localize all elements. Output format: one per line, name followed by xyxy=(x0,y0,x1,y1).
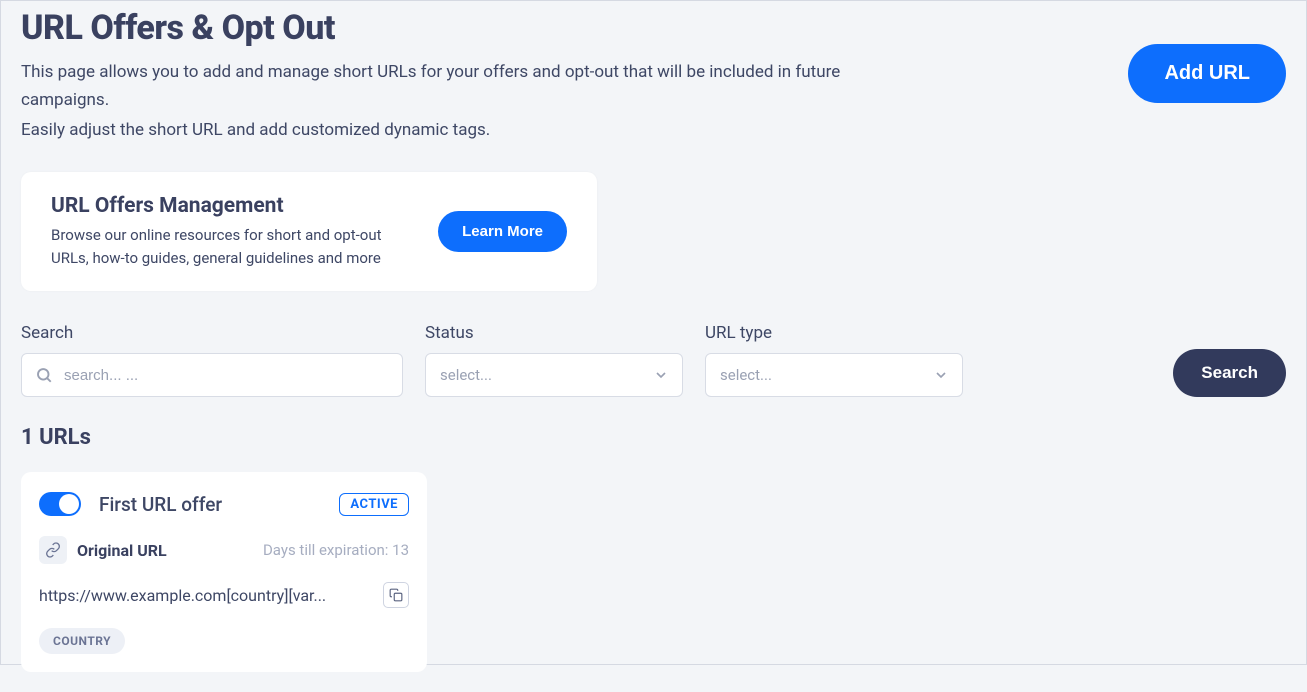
original-url-label: Original URL xyxy=(77,541,167,560)
page-description: This page allows you to add and manage s… xyxy=(21,58,921,144)
tag-country: COUNTRY xyxy=(39,628,125,654)
add-url-button[interactable]: Add URL xyxy=(1128,44,1286,103)
url-value: https://www.example.com[country][var... xyxy=(39,586,371,605)
copy-icon xyxy=(389,588,403,602)
days-expiration: Days till expiration: 13 xyxy=(263,541,409,559)
page-desc-line2: Easily adjust the short URL and add cust… xyxy=(21,116,921,144)
link-icon xyxy=(39,536,67,564)
search-button[interactable]: Search xyxy=(1173,349,1286,397)
url-count-heading: 1 URLs xyxy=(21,425,1286,450)
page-title: URL Offers & Opt Out xyxy=(21,8,921,48)
active-toggle[interactable] xyxy=(39,492,81,516)
search-label: Search xyxy=(21,323,403,343)
page-desc-line1: This page allows you to add and manage s… xyxy=(21,58,921,114)
url-card-title: First URL offer xyxy=(99,493,222,516)
info-card: URL Offers Management Browse our online … xyxy=(21,172,597,291)
info-card-text: Browse our online resources for short an… xyxy=(51,224,418,269)
search-icon xyxy=(35,366,53,384)
search-input[interactable] xyxy=(21,353,403,397)
status-badge: ACTIVE xyxy=(339,493,409,516)
status-label: Status xyxy=(425,323,683,343)
learn-more-button[interactable]: Learn More xyxy=(438,211,567,252)
copy-button[interactable] xyxy=(383,582,409,608)
info-card-title: URL Offers Management xyxy=(51,194,418,218)
status-select[interactable]: select... xyxy=(425,353,683,397)
toggle-knob xyxy=(59,494,79,514)
url-card[interactable]: First URL offer ACTIVE Original URL Days… xyxy=(21,472,427,672)
urltype-label: URL type xyxy=(705,323,963,343)
urltype-select[interactable]: select... xyxy=(705,353,963,397)
